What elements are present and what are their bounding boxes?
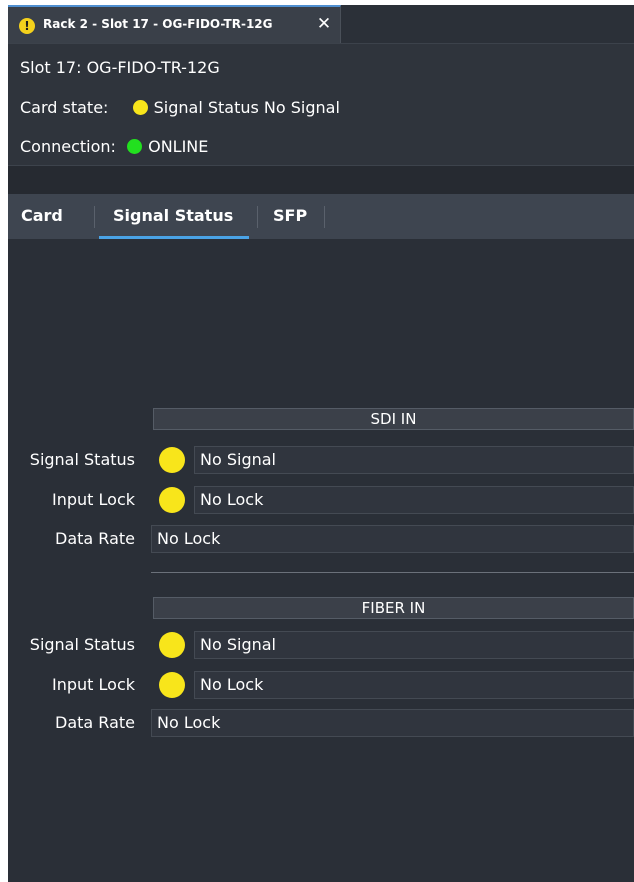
close-icon[interactable]: ✕ bbox=[315, 15, 333, 33]
slot-title: Slot 17: OG-FIDO-TR-12G bbox=[20, 58, 220, 77]
fiber-signal-status-field: No Signal bbox=[194, 631, 634, 659]
sdi-input-lock-field: No Lock bbox=[194, 486, 634, 514]
signal-status-content: SDI IN Signal Status No Signal Input Loc… bbox=[8, 239, 634, 882]
fiber-in-header: FIBER IN bbox=[153, 597, 634, 619]
header-spacer bbox=[8, 166, 634, 194]
tab-divider bbox=[94, 206, 95, 228]
document-tab[interactable]: ! Rack 2 - Slot 17 - OG-FIDO-TR-12G ✕ bbox=[8, 5, 341, 43]
fiber-data-rate-field: No Lock bbox=[151, 709, 634, 737]
sdi-signal-status-field: No Signal bbox=[194, 446, 634, 474]
card-info-panel: Slot 17: OG-FIDO-TR-12G Card state: Sign… bbox=[8, 44, 634, 166]
card-state-row: Card state: Signal Status No Signal bbox=[20, 98, 340, 117]
fiber-input-lock-label: Input Lock bbox=[52, 675, 135, 694]
card-state-value: Signal Status No Signal bbox=[153, 98, 340, 117]
tab-signal-status[interactable]: Signal Status bbox=[99, 194, 249, 239]
fiber-input-lock-indicator-icon bbox=[159, 672, 185, 698]
sdi-signal-status-indicator-icon bbox=[159, 447, 185, 473]
connection-row: Connection: ONLINE bbox=[20, 137, 208, 156]
sdi-input-lock-label: Input Lock bbox=[52, 490, 135, 509]
sdi-data-rate-field: No Lock bbox=[151, 525, 634, 553]
fiber-data-rate-label: Data Rate bbox=[55, 713, 135, 732]
tab-card[interactable]: Card bbox=[21, 194, 63, 239]
sdi-in-title: SDI IN bbox=[370, 410, 417, 428]
fiber-in-title: FIBER IN bbox=[361, 599, 426, 617]
fiber-input-lock-field: No Lock bbox=[194, 671, 634, 699]
sdi-input-lock-indicator-icon bbox=[159, 487, 185, 513]
device-panel-window: ! Rack 2 - Slot 17 - OG-FIDO-TR-12G ✕ Sl… bbox=[8, 5, 634, 882]
connection-indicator-icon bbox=[127, 139, 143, 154]
tab-sfp[interactable]: SFP bbox=[273, 194, 307, 239]
document-tab-title: Rack 2 - Slot 17 - OG-FIDO-TR-12G bbox=[43, 17, 273, 31]
document-tab-strip: ! Rack 2 - Slot 17 - OG-FIDO-TR-12G ✕ bbox=[8, 5, 634, 44]
sdi-in-header: SDI IN bbox=[153, 408, 634, 430]
fiber-signal-status-label: Signal Status bbox=[29, 635, 135, 654]
fiber-signal-status-indicator-icon bbox=[159, 632, 185, 658]
sdi-data-rate-label: Data Rate bbox=[55, 529, 135, 548]
connection-value: ONLINE bbox=[148, 137, 209, 156]
warning-icon: ! bbox=[19, 18, 35, 34]
card-state-indicator-icon bbox=[132, 100, 148, 115]
card-state-label: Card state: bbox=[20, 98, 109, 117]
subtab-bar: Card Signal Status SFP bbox=[8, 194, 634, 239]
section-divider bbox=[151, 572, 634, 573]
sdi-signal-status-label: Signal Status bbox=[29, 450, 135, 469]
connection-label: Connection: bbox=[20, 137, 116, 156]
tab-divider bbox=[324, 206, 325, 228]
tab-divider bbox=[257, 206, 258, 228]
